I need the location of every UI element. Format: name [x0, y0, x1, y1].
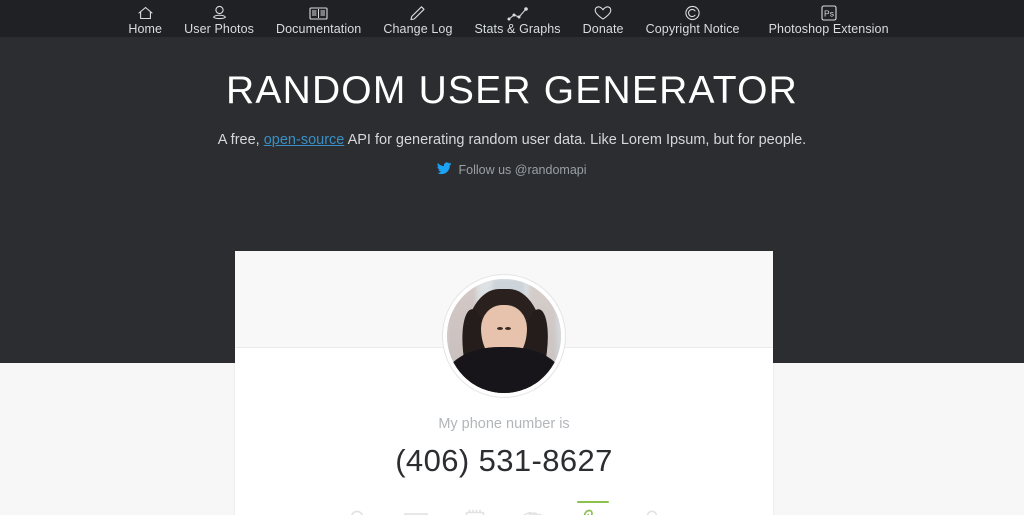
lock-icon [639, 508, 665, 515]
nav-item-home[interactable]: Home [117, 0, 173, 37]
active-indicator [518, 501, 550, 503]
nav-label: Home [128, 22, 163, 36]
phone-icon [580, 508, 606, 515]
nav-label: Stats & Graphs [474, 22, 561, 36]
svg-text:Ps: Ps [824, 9, 834, 19]
active-indicator [576, 501, 609, 503]
card-body: My phone number is (406) 531-8627 [235, 349, 773, 515]
hero-section: RANDOM USER GENERATOR A free, open-sourc… [0, 37, 1024, 515]
value-label: My phone number is [438, 416, 570, 432]
field-icon-name[interactable] [339, 498, 375, 515]
field-icon-row [235, 498, 773, 515]
active-indicator [459, 501, 491, 503]
nav-label: Copyright Notice [645, 22, 740, 36]
field-icon-phone[interactable] [575, 498, 611, 515]
calendar-icon [462, 508, 488, 515]
nav-label: Documentation [275, 22, 362, 36]
page-title: RANDOM USER GENERATOR [226, 69, 798, 112]
pencil-icon [409, 4, 426, 21]
nav-item-photoshop-extension[interactable]: Ps Photoshop Extension [751, 0, 907, 37]
twitter-follow[interactable]: Follow us @randomapi [0, 162, 1024, 178]
active-indicator [400, 501, 432, 503]
field-icon-email[interactable] [398, 498, 434, 515]
map-pin-icon [521, 508, 547, 515]
line-chart-icon [507, 4, 529, 21]
nav-item-documentation[interactable]: Documentation [265, 0, 372, 37]
open-source-link[interactable]: open-source [264, 132, 345, 148]
tagline-text-before: A free, [217, 132, 264, 148]
photoshop-icon: Ps [821, 4, 837, 21]
nav-item-stats-graphs[interactable]: Stats & Graphs [464, 0, 572, 37]
field-icon-password[interactable] [634, 498, 670, 515]
nav-label: Photoshop Extension [768, 22, 889, 36]
nav-label: Change Log [383, 22, 453, 36]
active-indicator [636, 501, 668, 503]
nav-label: Donate [582, 22, 624, 36]
tagline: A free, open-source API for generating r… [0, 130, 1024, 150]
envelope-icon [403, 508, 429, 515]
nav-item-change-log[interactable]: Change Log [372, 0, 463, 37]
nav-item-copyright-notice[interactable]: Copyright Notice [635, 0, 751, 37]
book-icon [309, 4, 328, 21]
twitter-follow-label: Follow us @randomapi [458, 163, 587, 177]
user-card: My phone number is (406) 531-8627 [235, 251, 773, 515]
copyright-icon [684, 4, 701, 21]
field-icon-birthday[interactable] [457, 498, 493, 515]
nav-item-donate[interactable]: Donate [572, 0, 635, 37]
twitter-bird-icon [437, 162, 453, 178]
user-photos-icon [211, 4, 228, 21]
person-icon [344, 508, 370, 515]
field-icon-location[interactable] [516, 498, 552, 515]
heart-icon [594, 4, 612, 21]
value-text: (406) 531-8627 [395, 443, 613, 478]
nav-item-user-photos[interactable]: User Photos [173, 0, 265, 37]
home-icon [137, 4, 154, 21]
nav-label: User Photos [184, 22, 254, 36]
active-indicator [341, 501, 373, 503]
tagline-text-after: API for generating random user data. Lik… [344, 132, 807, 148]
top-navigation: Home User Photos Documentation Change Lo… [0, 0, 1024, 37]
